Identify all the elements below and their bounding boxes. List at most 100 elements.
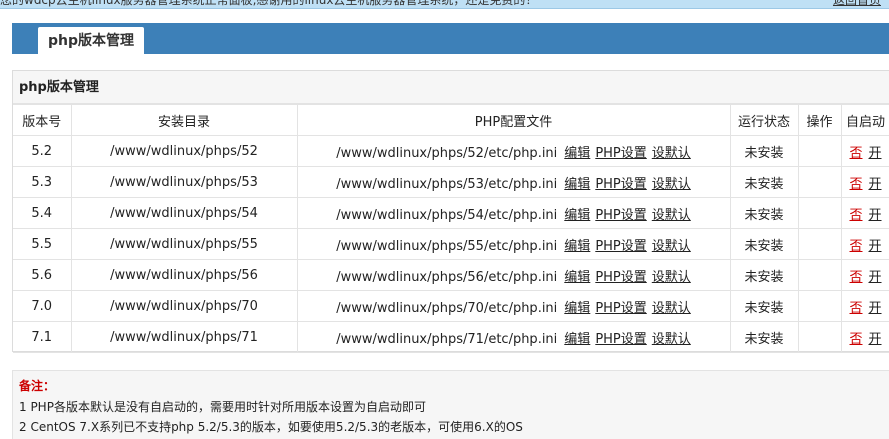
version-cell: 5.4	[13, 197, 72, 229]
table-header-row: 版本号 安装目录 PHP配置文件 运行状态 操作 自启动	[13, 104, 889, 136]
edit-link[interactable]: 编辑	[564, 208, 590, 223]
set-default-link[interactable]: 设默认	[652, 146, 691, 161]
install-dir-cell: /www/wdlinux/phps/55	[70, 228, 298, 260]
return-home-link[interactable]: 返回首页	[833, 0, 881, 8]
operation-cell	[797, 259, 842, 291]
php-ini-path: /www/wdlinux/phps/52/etc/php.ini	[336, 145, 558, 161]
edit-link[interactable]: 编辑	[564, 270, 590, 285]
top-notice-bar: 您的wdcp云主机linux服务器管理系统正常面板,感谢用的linux云主机服务…	[0, 0, 889, 9]
operation-cell	[797, 321, 842, 353]
php-settings-link[interactable]: PHP设置	[595, 177, 646, 192]
table-row: 7.0 /www/wdlinux/phps/70 /www/wdlinux/ph…	[13, 290, 889, 322]
php-ini-path: /www/wdlinux/phps/55/etc/php.ini	[336, 238, 558, 254]
php-version-table: 版本号 安装目录 PHP配置文件 运行状态 操作 自启动 5.2 /www/wd…	[13, 104, 889, 353]
status-cell: 未安装	[729, 197, 799, 229]
status-cell: 未安装	[729, 259, 799, 291]
version-cell: 5.3	[13, 166, 72, 198]
autostart-off-link[interactable]: 否	[849, 239, 862, 254]
autostart-off-link[interactable]: 否	[849, 301, 862, 316]
autostart-off-link[interactable]: 否	[849, 208, 862, 223]
php-ini-path: /www/wdlinux/phps/70/etc/php.ini	[336, 300, 558, 316]
set-default-link[interactable]: 设默认	[652, 208, 691, 223]
autostart-on-link[interactable]: 开	[869, 270, 882, 285]
php-ini-cell: /www/wdlinux/phps/55/etc/php.ini 编辑 PHP设置设…	[296, 228, 731, 260]
autostart-on-link[interactable]: 开	[869, 177, 882, 192]
page-title-bar: php版本管理	[12, 23, 889, 54]
php-settings-link[interactable]: PHP设置	[595, 301, 646, 316]
autostart-on-link[interactable]: 开	[869, 239, 882, 254]
set-default-link[interactable]: 设默认	[652, 239, 691, 254]
autostart-cell: 否开	[840, 228, 889, 260]
version-cell: 7.1	[13, 321, 72, 353]
status-cell: 未安装	[729, 135, 799, 167]
col-header-php-ini: PHP配置文件	[296, 104, 731, 136]
status-cell: 未安装	[729, 228, 799, 260]
version-cell: 5.6	[13, 259, 72, 291]
col-header-autostart: 自启动	[840, 104, 889, 136]
set-default-link[interactable]: 设默认	[652, 301, 691, 316]
autostart-off-link[interactable]: 否	[849, 332, 862, 347]
php-version-panel: php版本管理 版本号 安装目录 PHP配置文件 运行状态 操作 自启动 5.2…	[12, 70, 889, 353]
autostart-off-link[interactable]: 否	[849, 177, 862, 192]
note-line-2: 2 CentOS 7.X系列已不支持php 5.2/5.3的版本，如要使用5.2…	[19, 420, 523, 434]
php-settings-link[interactable]: PHP设置	[595, 270, 646, 285]
edit-link[interactable]: 编辑	[564, 146, 590, 161]
col-header-operation: 操作	[797, 104, 842, 136]
autostart-cell: 否开	[840, 135, 889, 167]
autostart-on-link[interactable]: 开	[869, 301, 882, 316]
autostart-cell: 否开	[840, 290, 889, 322]
version-cell: 5.2	[13, 135, 72, 167]
operation-cell	[797, 166, 842, 198]
notes-box: 备注： 1 PHP各版本默认是没有自启动的，需要用时针对所用版本设置为自启动即可…	[12, 370, 889, 439]
autostart-on-link[interactable]: 开	[869, 208, 882, 223]
php-ini-cell: /www/wdlinux/phps/56/etc/php.ini 编辑 PHP设置设…	[296, 259, 731, 291]
status-cell: 未安装	[729, 290, 799, 322]
php-settings-link[interactable]: PHP设置	[595, 146, 646, 161]
install-dir-cell: /www/wdlinux/phps/71	[70, 321, 298, 353]
table-row: 5.3 /www/wdlinux/phps/53 /www/wdlinux/ph…	[13, 166, 889, 198]
edit-link[interactable]: 编辑	[564, 301, 590, 316]
edit-link[interactable]: 编辑	[564, 177, 590, 192]
install-dir-cell: /www/wdlinux/phps/54	[70, 197, 298, 229]
set-default-link[interactable]: 设默认	[652, 332, 691, 347]
php-ini-path: /www/wdlinux/phps/71/etc/php.ini	[336, 331, 558, 347]
php-settings-link[interactable]: PHP设置	[595, 332, 646, 347]
php-ini-cell: /www/wdlinux/phps/54/etc/php.ini 编辑 PHP设置设…	[296, 197, 731, 229]
notes-title: 备注：	[19, 379, 56, 393]
note-line-1: 1 PHP各版本默认是没有自启动的，需要用时针对所用版本设置为自启动即可	[19, 400, 426, 414]
php-ini-cell: /www/wdlinux/phps/52/etc/php.ini 编辑 PHP设置设…	[296, 135, 731, 167]
autostart-off-link[interactable]: 否	[849, 146, 862, 161]
table-row: 5.6 /www/wdlinux/phps/56 /www/wdlinux/ph…	[13, 259, 889, 291]
php-settings-link[interactable]: PHP设置	[595, 208, 646, 223]
install-dir-cell: /www/wdlinux/phps/56	[70, 259, 298, 291]
set-default-link[interactable]: 设默认	[652, 177, 691, 192]
autostart-on-link[interactable]: 开	[869, 332, 882, 347]
install-dir-cell: /www/wdlinux/phps/70	[70, 290, 298, 322]
status-cell: 未安装	[729, 321, 799, 353]
operation-cell	[797, 135, 842, 167]
autostart-on-link[interactable]: 开	[869, 146, 882, 161]
table-row: 5.4 /www/wdlinux/phps/54 /www/wdlinux/ph…	[13, 197, 889, 229]
autostart-cell: 否开	[840, 259, 889, 291]
col-header-status: 运行状态	[729, 104, 799, 136]
edit-link[interactable]: 编辑	[564, 332, 590, 347]
autostart-off-link[interactable]: 否	[849, 270, 862, 285]
operation-cell	[797, 228, 842, 260]
top-notice-message: 您的wdcp云主机linux服务器管理系统正常面板,感谢用的linux云主机服务…	[0, 0, 538, 7]
col-header-version: 版本号	[13, 104, 72, 136]
set-default-link[interactable]: 设默认	[652, 270, 691, 285]
php-ini-cell: /www/wdlinux/phps/70/etc/php.ini 编辑 PHP设置设…	[296, 290, 731, 322]
table-row: 5.5 /www/wdlinux/phps/55 /www/wdlinux/ph…	[13, 228, 889, 260]
install-dir-cell: /www/wdlinux/phps/53	[70, 166, 298, 198]
php-ini-cell: /www/wdlinux/phps/71/etc/php.ini 编辑 PHP设置设…	[296, 321, 731, 353]
php-ini-path: /www/wdlinux/phps/56/etc/php.ini	[336, 269, 558, 285]
edit-link[interactable]: 编辑	[564, 239, 590, 254]
php-settings-link[interactable]: PHP设置	[595, 239, 646, 254]
page-title-tab[interactable]: php版本管理	[38, 27, 145, 54]
table-row: 5.2 /www/wdlinux/phps/52 /www/wdlinux/ph…	[13, 135, 889, 167]
php-ini-path: /www/wdlinux/phps/53/etc/php.ini	[336, 176, 558, 192]
version-cell: 5.5	[13, 228, 72, 260]
status-cell: 未安装	[729, 166, 799, 198]
autostart-cell: 否开	[840, 321, 889, 353]
php-ini-cell: /www/wdlinux/phps/53/etc/php.ini 编辑 PHP设置设…	[296, 166, 731, 198]
